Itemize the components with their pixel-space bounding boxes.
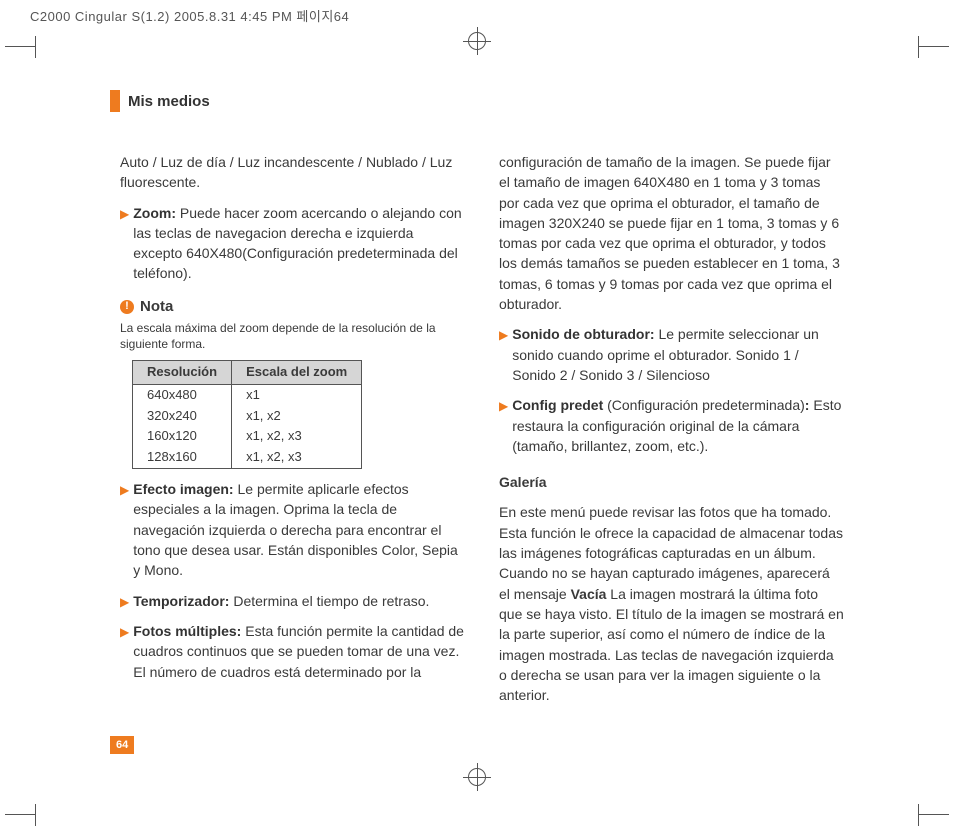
section-marker [110, 90, 120, 112]
sonido-item: ▶ Sonido de obturador: Le permite selecc… [499, 324, 844, 385]
bullet-arrow-icon: ▶ [120, 594, 129, 611]
table-cell: x1, x2, x3 [232, 426, 362, 447]
column-right: configuración de tamaño de la imagen. Se… [499, 152, 844, 705]
table-cell: x1, x2, x3 [232, 447, 362, 468]
page-content: Mis medios Auto / Luz de día / Luz incan… [50, 60, 904, 754]
section-title: Mis medios [128, 93, 210, 110]
temp-item: ▶ Temporizador: Determina el tiempo de r… [120, 591, 465, 611]
print-header: C2000 Cingular S(1.2) 2005.8.31 4:45 PM … [0, 0, 954, 25]
registration-mark-top [468, 32, 486, 50]
galeria-paragraph: En este menú puede revisar las fotos que… [499, 502, 844, 705]
bullet-arrow-icon: ▶ [499, 327, 508, 385]
efecto-label: Efecto imagen: [133, 481, 233, 497]
bullet-arrow-icon: ▶ [120, 482, 129, 580]
fotos-item: ▶ Fotos múltiples: Esta función permite … [120, 621, 465, 682]
zoom-table: Resolución Escala del zoom 640x480 x1 32… [132, 360, 362, 469]
light-modes-text: Auto / Luz de día / Luz incandescente / … [120, 152, 465, 193]
config-paren: (Configuración predeterminada) [607, 397, 805, 413]
table-row: 128x160 x1, x2, x3 [133, 447, 362, 468]
config-label: Config predet [512, 397, 603, 413]
galeria-heading: Galería [499, 472, 844, 492]
table-cell: x1 [232, 384, 362, 405]
column-left: Auto / Luz de día / Luz incandescente / … [120, 152, 465, 705]
section-header: Mis medios [110, 90, 904, 112]
efecto-item: ▶ Efecto imagen: Le permite aplicarle ef… [120, 479, 465, 580]
table-header-zoom: Escala del zoom [232, 360, 362, 384]
table-header-res: Resolución [133, 360, 232, 384]
note-header: ! Nota [120, 296, 465, 318]
note-icon: ! [120, 300, 134, 314]
bullet-arrow-icon: ▶ [120, 624, 129, 682]
table-row: 320x240 x1, x2 [133, 406, 362, 427]
bullet-arrow-icon: ▶ [499, 398, 508, 456]
galeria-vacia: Vacía [571, 586, 607, 602]
galeria-text-b: La imagen mostrará la última foto que se… [499, 586, 844, 703]
zoom-item: ▶ Zoom: Puede hacer zoom acercando o ale… [120, 203, 465, 284]
table-cell: 320x240 [133, 406, 232, 427]
zoom-label: Zoom: [133, 205, 176, 221]
fotos-continuation: configuración de tamaño de la imagen. Se… [499, 152, 844, 314]
table-row: 640x480 x1 [133, 384, 362, 405]
temp-text: Determina el tiempo de retraso. [233, 593, 429, 609]
table-cell: x1, x2 [232, 406, 362, 427]
fotos-label: Fotos múltiples: [133, 623, 241, 639]
zoom-text: Puede hacer zoom acercando o alejando co… [133, 205, 461, 282]
note-label: Nota [140, 296, 173, 318]
table-cell: 640x480 [133, 384, 232, 405]
sonido-label: Sonido de obturador: [512, 326, 654, 342]
config-colon: : [805, 397, 810, 413]
config-item: ▶ Config predet (Configuración predeterm… [499, 395, 844, 456]
bullet-arrow-icon: ▶ [120, 206, 129, 284]
page-number: 64 [110, 736, 134, 754]
table-cell: 160x120 [133, 426, 232, 447]
table-cell: 128x160 [133, 447, 232, 468]
note-subtext: La escala máxima del zoom depende de la … [120, 320, 465, 352]
table-row: 160x120 x1, x2, x3 [133, 426, 362, 447]
temp-label: Temporizador: [133, 593, 229, 609]
registration-mark-bottom [468, 768, 486, 786]
